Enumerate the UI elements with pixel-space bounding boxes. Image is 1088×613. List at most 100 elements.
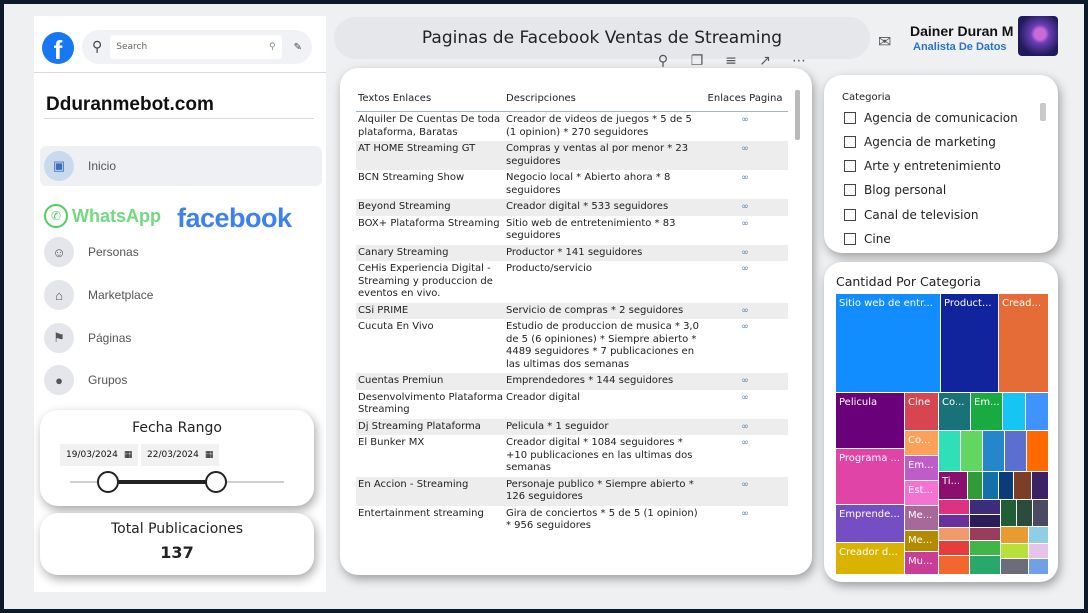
treemap-tile[interactable]: Ti... — [939, 472, 967, 499]
nav-item-grupos[interactable]: ● Grupos — [40, 360, 322, 400]
facebook-logo-icon: f — [42, 32, 74, 64]
treemap-tile[interactable] — [1029, 527, 1048, 543]
table-scrollbar[interactable] — [795, 90, 800, 140]
treemap-title: Cantidad Por Categoria — [836, 274, 981, 289]
treemap-tile[interactable]: Product... — [941, 294, 998, 392]
treemap-tile[interactable]: Cread... — [999, 294, 1048, 392]
category-option[interactable]: Agencia de comunicacion — [844, 111, 1018, 125]
treemap-tile[interactable] — [1014, 472, 1031, 499]
treemap-tile[interactable] — [999, 472, 1013, 499]
nav-item-marketplace[interactable]: ⌂ Marketplace — [40, 275, 322, 315]
treemap-tile[interactable]: Em... — [971, 393, 1002, 430]
treemap-tile[interactable] — [970, 500, 1000, 514]
treemap-tile[interactable]: Creador d... — [836, 543, 904, 574]
treemap-tile[interactable] — [1027, 431, 1048, 471]
checkbox[interactable] — [844, 209, 856, 221]
treemap-tile[interactable] — [1033, 500, 1048, 526]
checkbox[interactable] — [844, 184, 856, 196]
treemap-tile[interactable]: Programa ... — [836, 449, 904, 504]
category-option[interactable]: Canal de television — [844, 208, 978, 222]
comment-icon[interactable]: ✉ — [878, 32, 891, 51]
link-icon[interactable]: ∞ — [741, 264, 749, 274]
column-header[interactable]: Descripciones — [504, 93, 702, 104]
category-label: Cine — [864, 232, 891, 246]
cell-descripcion: Personaje publico * Siempre abierto * 12… — [506, 478, 694, 503]
treemap-tile[interactable] — [1001, 544, 1028, 558]
treemap-tile[interactable]: Mu... — [905, 552, 938, 574]
checkbox[interactable] — [844, 233, 856, 245]
treemap-tile[interactable] — [1001, 500, 1016, 526]
treemap-tile[interactable] — [939, 515, 969, 527]
link-icon[interactable]: ∞ — [741, 202, 749, 212]
treemap-tile[interactable] — [939, 556, 969, 574]
treemap-tile[interactable] — [1017, 500, 1032, 526]
link-icon[interactable]: ∞ — [741, 393, 749, 403]
category-option[interactable]: Blog personal — [844, 183, 946, 197]
link-icon[interactable]: ∞ — [741, 219, 749, 229]
treemap-tile[interactable] — [983, 472, 998, 499]
category-scrollbar[interactable] — [1040, 103, 1046, 121]
checkbox[interactable] — [844, 160, 856, 172]
link-icon[interactable]: ∞ — [741, 115, 749, 125]
treemap-tile[interactable] — [970, 541, 1000, 555]
date-slider-end-handle[interactable] — [205, 471, 227, 493]
treemap-tile[interactable] — [970, 556, 1000, 574]
category-option[interactable]: Arte y entretenimiento — [844, 159, 1001, 173]
treemap-tile[interactable]: Me... — [905, 531, 938, 551]
treemap-tile[interactable]: Est... — [905, 481, 938, 505]
treemap-tile[interactable]: Em... — [905, 456, 938, 480]
treemap-tile[interactable]: Cine — [905, 393, 938, 430]
treemap-tile[interactable] — [1001, 559, 1028, 574]
link-icon[interactable]: ∞ — [741, 306, 749, 316]
link-icon[interactable]: ∞ — [741, 438, 749, 448]
treemap-tile[interactable]: Me... — [905, 506, 938, 530]
treemap-tile[interactable] — [961, 431, 982, 471]
link-icon[interactable]: ∞ — [741, 144, 749, 154]
treemap-tile[interactable]: Sitio web de entr... — [836, 294, 940, 392]
treemap-tile[interactable] — [1005, 431, 1026, 471]
treemap-tile[interactable] — [970, 528, 1000, 540]
treemap-tile[interactable] — [939, 431, 960, 471]
link-icon[interactable]: ∞ — [741, 322, 749, 332]
treemap-tile[interactable]: Pelicula — [836, 393, 904, 448]
treemap-tile[interactable] — [1029, 544, 1048, 558]
treemap-tile[interactable]: Co... — [939, 393, 970, 430]
treemap-tile[interactable] — [968, 472, 982, 499]
column-header[interactable]: Enlaces Pagina — [702, 93, 788, 104]
nav-item-personas[interactable]: ☺ Personas — [40, 232, 322, 272]
category-option[interactable]: Cine — [844, 232, 891, 246]
treemap-tile[interactable] — [939, 528, 969, 540]
treemap-tile[interactable]: Co... — [905, 431, 938, 455]
link-icon[interactable]: ∞ — [741, 173, 749, 183]
start-date-input[interactable]: 19/03/2024 ▦ — [60, 444, 139, 466]
treemap-tile[interactable] — [939, 541, 969, 555]
column-header[interactable]: Textos Enlaces — [356, 93, 504, 104]
link-icon[interactable]: ∞ — [741, 376, 749, 386]
nav-item-paginas[interactable]: ⚑ Páginas — [40, 318, 322, 358]
treemap-tile[interactable] — [1029, 559, 1048, 574]
checkbox[interactable] — [844, 136, 856, 148]
treemap-tile[interactable] — [1032, 472, 1048, 499]
treemap-tile[interactable]: Emprende... — [836, 505, 904, 542]
link-icon[interactable]: ∞ — [741, 422, 749, 432]
eraser-icon[interactable]: ✎ — [294, 42, 302, 53]
treemap-tile[interactable] — [1026, 393, 1048, 430]
nav-label: Personas — [88, 245, 139, 259]
treemap-tile[interactable] — [983, 431, 1004, 471]
whatsapp-link[interactable]: ✆ WhatsApp — [44, 204, 161, 228]
treemap-tile[interactable] — [1001, 527, 1028, 543]
treemap-tile[interactable] — [970, 515, 1000, 527]
end-date-input[interactable]: 22/03/2024 ▦ — [141, 444, 220, 466]
treemap-tile[interactable] — [939, 500, 969, 514]
category-option[interactable]: Agencia de marketing — [844, 135, 996, 149]
facebook-link[interactable]: facebook — [177, 203, 292, 234]
checkbox[interactable] — [844, 112, 856, 124]
search-box[interactable]: ⚲ Search ⚲ ✎ — [82, 30, 312, 64]
nav-item-inicio[interactable]: ▣ Inicio — [40, 146, 322, 186]
date-slider-start-handle[interactable] — [97, 471, 119, 493]
treemap-tile[interactable] — [1003, 393, 1025, 430]
link-icon[interactable]: ∞ — [741, 248, 749, 258]
link-icon[interactable]: ∞ — [741, 509, 749, 519]
search-input[interactable]: Search ⚲ — [110, 35, 282, 59]
link-icon[interactable]: ∞ — [741, 480, 749, 490]
